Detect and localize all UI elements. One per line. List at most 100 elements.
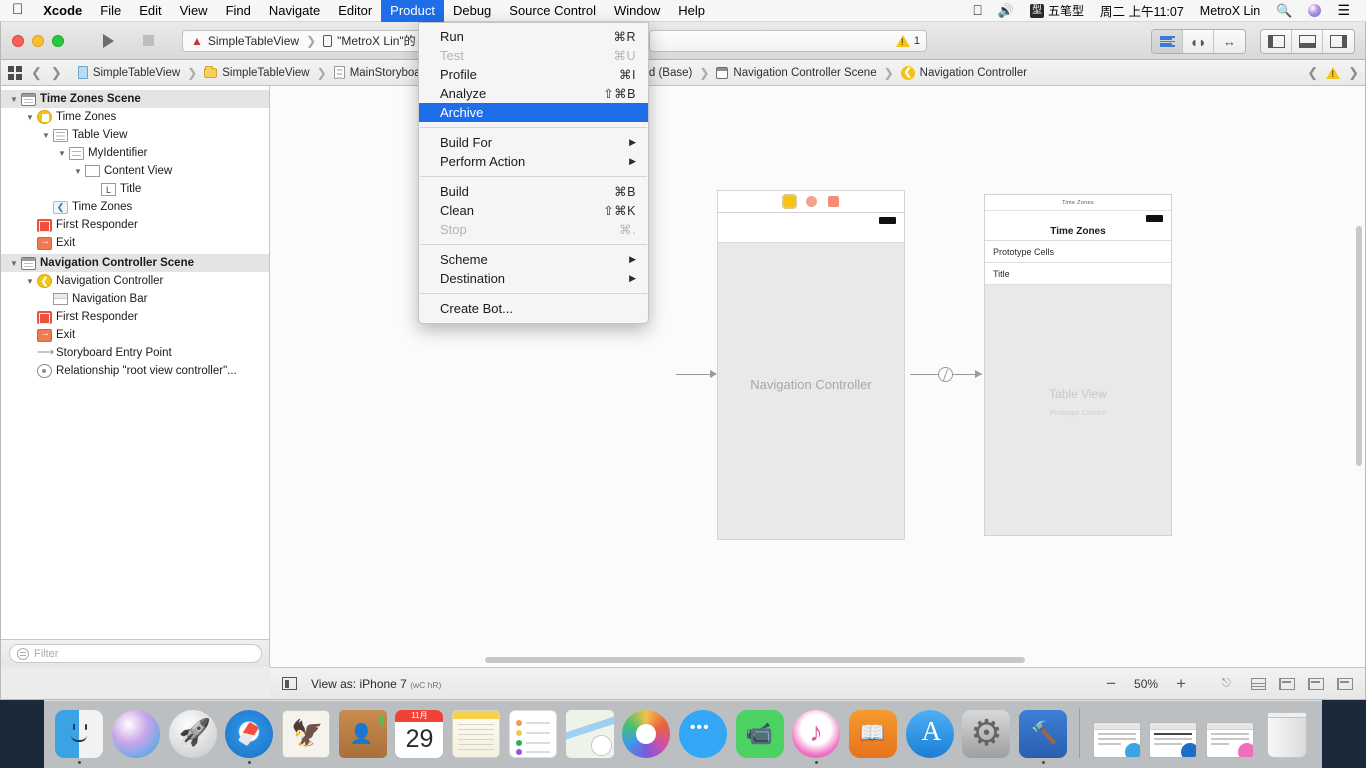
- dock-item-contacts[interactable]: [335, 706, 390, 764]
- breadcrumb-item-scene[interactable]: Navigation Controller Scene: [712, 66, 880, 79]
- zoom-in-icon[interactable]: +: [1176, 675, 1186, 692]
- related-items-icon[interactable]: [8, 65, 22, 80]
- run-button[interactable]: [88, 30, 128, 52]
- dock-item-maps[interactable]: [562, 706, 617, 764]
- dock-item-app-store[interactable]: [902, 706, 957, 764]
- menu-item-perform-action[interactable]: Perform Action ▶: [419, 152, 648, 171]
- dock-item-minimized-finder[interactable]: [1089, 706, 1144, 764]
- dock-item-photos[interactable]: [619, 706, 674, 764]
- input-method-icon[interactable]: 型 五笔型: [1022, 0, 1092, 22]
- menu-file[interactable]: File: [91, 0, 130, 22]
- menu-bar-username[interactable]: MetroX Lin: [1192, 0, 1268, 22]
- previous-issue-icon[interactable]: ❮: [1307, 65, 1318, 81]
- speaker-volume-icon[interactable]: 🔊: [990, 0, 1022, 22]
- embed-in-icon[interactable]: [1337, 677, 1353, 690]
- breadcrumb-item-navigation-controller[interactable]: ❮ Navigation Controller: [897, 65, 1031, 80]
- menu-navigate[interactable]: Navigate: [260, 0, 329, 22]
- disclosure-triangle-icon[interactable]: ▼: [57, 149, 67, 158]
- menu-editor[interactable]: Editor: [329, 0, 381, 22]
- back-chevron-icon[interactable]: ❮: [31, 65, 42, 81]
- dock-item-finder[interactable]: [52, 706, 107, 764]
- dock-item-system-preferences[interactable]: [959, 706, 1014, 764]
- siri-icon[interactable]: [1300, 0, 1329, 22]
- outline-row-exit-1[interactable]: Exit: [1, 234, 269, 252]
- warning-triangle-icon[interactable]: [1326, 66, 1341, 79]
- outline-row-first-responder-2[interactable]: First Responder: [1, 308, 269, 326]
- outline-row-title[interactable]: L Title: [1, 180, 269, 198]
- debug-panel-toggle[interactable]: [1292, 30, 1323, 53]
- outline-row-relationship-segue[interactable]: Relationship "root view controller"...: [1, 362, 269, 380]
- dock-item-messages[interactable]: [676, 706, 731, 764]
- breadcrumb-item-folder[interactable]: SimpleTableView: [200, 65, 313, 79]
- version-editor-button[interactable]: ↔: [1214, 30, 1245, 53]
- menu-debug[interactable]: Debug: [444, 0, 500, 22]
- device-preview-icon[interactable]: [282, 677, 297, 690]
- zoom-out-icon[interactable]: −: [1106, 675, 1116, 692]
- menu-item-build-for[interactable]: Build For ▶: [419, 133, 648, 152]
- dock-item-reminders[interactable]: [506, 706, 561, 764]
- outline-row-time-zones-scene[interactable]: ▼ Time Zones Scene: [1, 90, 269, 108]
- activity-status-view[interactable]: 1: [649, 30, 927, 52]
- menu-view[interactable]: View: [171, 0, 217, 22]
- outline-row-navigation-controller-scene[interactable]: ▼ Navigation Controller Scene: [1, 254, 269, 272]
- notification-center-icon[interactable]: ☰: [1329, 0, 1358, 22]
- search-input[interactable]: Filter: [9, 644, 262, 663]
- outline-row-first-responder-1[interactable]: First Responder: [1, 216, 269, 234]
- menu-edit[interactable]: Edit: [130, 0, 170, 22]
- dock-item-itunes[interactable]: [789, 706, 844, 764]
- dock-item-safari[interactable]: [222, 706, 277, 764]
- outline-row-myidentifier[interactable]: ▼ MyIdentifier: [1, 144, 269, 162]
- update-frames-icon[interactable]: [1251, 677, 1266, 690]
- menu-find[interactable]: Find: [217, 0, 260, 22]
- assistant-editor-button[interactable]: ◖◗: [1183, 30, 1214, 53]
- view-as-control[interactable]: View as: iPhone 7 (wC hR): [311, 677, 441, 691]
- minimize-window-button[interactable]: [32, 34, 44, 47]
- outline-row-navigation-item[interactable]: ❮ Time Zones: [1, 198, 269, 216]
- apple-logo-icon[interactable]: : [0, 2, 34, 17]
- dock-item-notes[interactable]: [449, 706, 504, 764]
- menu-product[interactable]: Product: [381, 0, 444, 22]
- stop-button[interactable]: [128, 30, 168, 52]
- dock-item-ibooks[interactable]: [846, 706, 901, 764]
- menu-item-clean[interactable]: Clean ⇧⌘K: [419, 201, 648, 220]
- disclosure-triangle-icon[interactable]: ▼: [9, 95, 19, 104]
- breadcrumb-item-base[interactable]: d (Base): [645, 67, 696, 79]
- outline-row-exit-2[interactable]: Exit: [1, 326, 269, 344]
- relationship-segue-icon[interactable]: [938, 367, 953, 382]
- dock-item-minimized-itunes[interactable]: [1203, 706, 1258, 764]
- menu-xcode[interactable]: Xcode: [34, 0, 91, 22]
- disclosure-triangle-icon[interactable]: ▼: [41, 131, 51, 140]
- dock-item-calendar[interactable]: 11月 29: [392, 706, 447, 764]
- display-mirroring-icon[interactable]: ⎕: [965, 0, 989, 22]
- menu-item-scheme[interactable]: Scheme ▶: [419, 250, 648, 269]
- disclosure-triangle-icon[interactable]: ▼: [9, 259, 19, 268]
- dock-item-minimized-safari[interactable]: [1146, 706, 1201, 764]
- close-window-button[interactable]: [12, 34, 24, 47]
- menu-bar-clock[interactable]: 周二 上午11:07: [1092, 0, 1192, 22]
- disclosure-triangle-icon[interactable]: ▼: [25, 113, 35, 122]
- canvas-horizontal-scrollbar[interactable]: [485, 657, 1025, 663]
- dock-item-mail[interactable]: [279, 706, 334, 764]
- prototype-cell-title[interactable]: Title: [985, 263, 1171, 285]
- menu-item-archive[interactable]: Archive: [419, 103, 648, 122]
- standard-editor-button[interactable]: [1152, 30, 1183, 53]
- scene-navigation-controller[interactable]: Navigation Controller: [717, 190, 905, 540]
- next-issue-icon[interactable]: ❯: [1348, 65, 1359, 81]
- menu-window[interactable]: Window: [605, 0, 669, 22]
- dock-item-facetime[interactable]: [732, 706, 787, 764]
- utilities-panel-toggle[interactable]: [1323, 30, 1354, 53]
- menu-item-analyze[interactable]: Analyze ⇧⌘B: [419, 84, 648, 103]
- canvas-vertical-scrollbar[interactable]: [1356, 226, 1362, 466]
- menu-item-create-bot[interactable]: Create Bot...: [419, 299, 648, 318]
- disclosure-triangle-icon[interactable]: ▼: [25, 277, 35, 286]
- dock-item-launchpad[interactable]: [165, 706, 220, 764]
- menu-source-control[interactable]: Source Control: [500, 0, 605, 22]
- menu-item-destination[interactable]: Destination ▶: [419, 269, 648, 288]
- pin-icon[interactable]: [1308, 677, 1324, 690]
- resolve-auto-layout-issues-icon[interactable]: ⎋: [1222, 677, 1237, 690]
- forward-chevron-icon[interactable]: ❯: [51, 65, 62, 81]
- zoom-level[interactable]: 50%: [1134, 677, 1158, 691]
- outline-row-time-zones-vc[interactable]: ▼ Time Zones: [1, 108, 269, 126]
- menu-item-run[interactable]: Run ⌘R: [419, 27, 648, 46]
- search-icon[interactable]: 🔍: [1268, 0, 1300, 22]
